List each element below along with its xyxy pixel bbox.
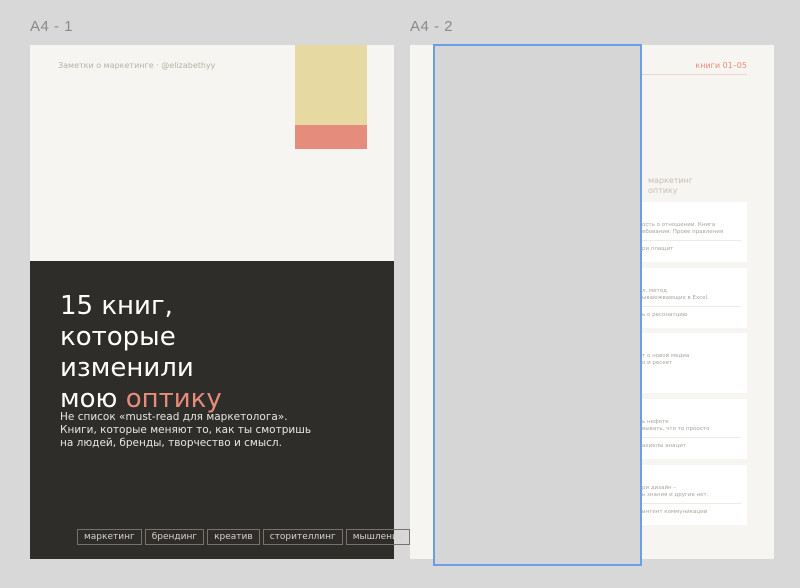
tag-creative: креатив bbox=[207, 529, 260, 545]
card-line: ь нефоте bbox=[642, 419, 669, 425]
tag-storytelling: сторителлинг bbox=[262, 529, 343, 545]
card-line: интент коммуникаций bbox=[642, 509, 708, 515]
artboard-a4-1[interactable]: Заметки о маркетинге · @elizabethyy 15 к… bbox=[30, 45, 411, 559]
tag-branding: брендинг bbox=[144, 529, 205, 545]
card-divider bbox=[642, 437, 741, 438]
title-line-3: изменили bbox=[60, 353, 194, 383]
book-card[interactable]: л. метод ываюжвающих в Excel. ь о ресона… bbox=[640, 268, 747, 328]
yellow-decor-block bbox=[295, 45, 367, 125]
frame-label-a4-1[interactable]: A4 - 1 bbox=[30, 18, 73, 35]
card-line: вывать, что то проосто bbox=[642, 426, 710, 432]
subtitle-line-3: на людей, бренды, творчество и смысл. bbox=[60, 437, 282, 449]
card-line: л. метод bbox=[642, 288, 667, 294]
card-line: ахиелы анацит bbox=[642, 443, 687, 449]
subtitle-line-2: Книги, которые меняют то, как ты смотриш… bbox=[60, 424, 312, 436]
book-card[interactable]: т о новой медиа о и ресеет bbox=[640, 333, 747, 393]
red-decor-block bbox=[295, 125, 367, 149]
card-line: т о новой медиа bbox=[642, 353, 690, 359]
top-credit: Заметки о маркетинге · @elizabethyy bbox=[58, 61, 216, 70]
card-line: ри плащит bbox=[642, 246, 674, 252]
book-card[interactable]: ри дизайн – ь знания и другие нет. интен… bbox=[640, 465, 747, 525]
header-divider bbox=[640, 74, 747, 75]
tag-list: маркетинг брендинг креатив сторителлинг … bbox=[77, 529, 411, 545]
card-divider bbox=[642, 503, 741, 504]
selected-rectangle[interactable] bbox=[433, 44, 642, 566]
section-title: маркетинг оптику bbox=[648, 176, 693, 196]
card-line: ебования. Прове правления bbox=[642, 229, 724, 235]
tag-marketing: маркетинг bbox=[77, 529, 142, 545]
section-title-line-1: маркетинг bbox=[648, 176, 694, 185]
card-line: ость о отношении. Книга bbox=[642, 222, 716, 228]
card-divider bbox=[642, 240, 741, 241]
card-line: ь знания и другие нет. bbox=[642, 492, 709, 498]
title-line-4-main: мою bbox=[60, 384, 126, 414]
book-card[interactable]: ость о отношении. Книга ебования. Прове … bbox=[640, 202, 747, 262]
title-line-2: которые bbox=[60, 322, 176, 352]
cover-subtitle: Не список «must-read для маркетолога». К… bbox=[60, 411, 360, 450]
frame-label-a4-2[interactable]: A4 - 2 bbox=[410, 18, 453, 35]
title-line-1: 15 книг, bbox=[60, 291, 173, 321]
dark-cover-panel: 15 книг, которые изменили мою оптику Не … bbox=[30, 261, 411, 559]
card-divider bbox=[642, 306, 741, 307]
tag-thinking: мышление bbox=[345, 529, 411, 545]
book-card[interactable]: ь нефоте вывать, что то проосто ахиелы а… bbox=[640, 399, 747, 459]
subtitle-line-1: Не список «must-read для маркетолога». bbox=[60, 411, 288, 423]
cover-title: 15 книг, которые изменили мою оптику bbox=[60, 291, 360, 415]
page-range-label: книги 01–05 bbox=[695, 61, 747, 70]
card-line: о и ресеет bbox=[642, 360, 673, 366]
card-line: ь о ресонатцию bbox=[642, 312, 688, 318]
section-title-line-2: оптику bbox=[648, 186, 678, 195]
card-line: ри дизайн – bbox=[642, 485, 677, 491]
title-accent-word: оптику bbox=[125, 384, 222, 414]
card-line: ываюжвающих в Excel. bbox=[642, 295, 709, 301]
